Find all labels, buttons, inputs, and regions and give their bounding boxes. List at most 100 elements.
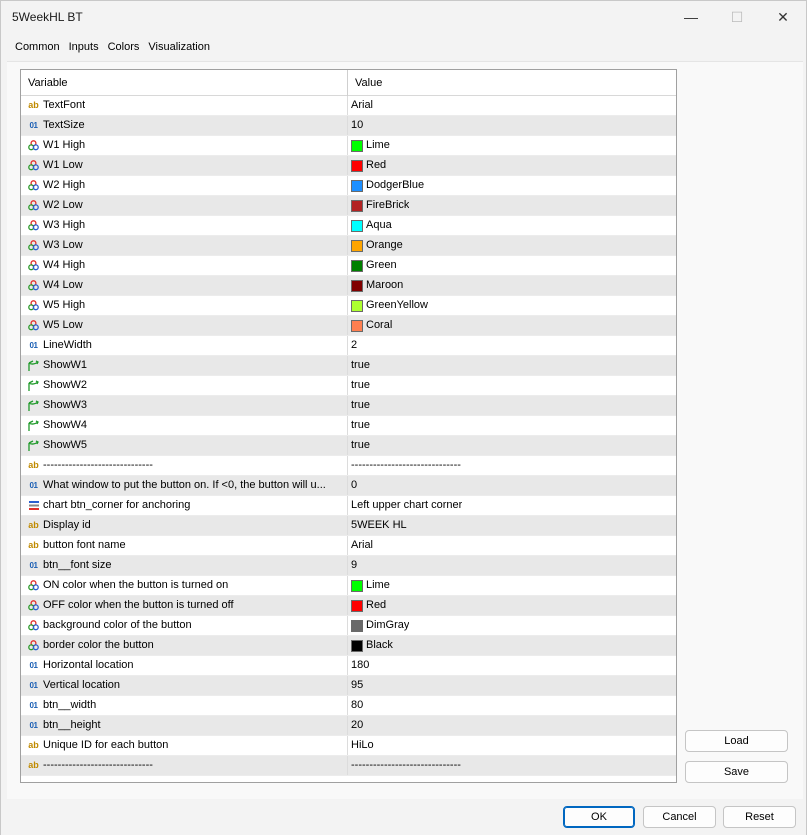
table-row[interactable]: ShowW1 true xyxy=(21,356,676,376)
table-row[interactable]: W3 High Aqua xyxy=(21,216,676,236)
table-row[interactable]: 01 LineWidth 2 xyxy=(21,336,676,356)
table-row[interactable]: 01 TextSize 10 xyxy=(21,116,676,136)
table-row[interactable]: 01 btn__font size 9 xyxy=(21,556,676,576)
table-row[interactable]: W3 Low Orange xyxy=(21,236,676,256)
value-cell[interactable]: ------------------------------ xyxy=(348,456,676,475)
table-row[interactable]: 01 btn__height 20 xyxy=(21,716,676,736)
table-row[interactable]: ab ------------------------------ --------… xyxy=(21,756,676,776)
table-row[interactable]: 01 btn__width 80 xyxy=(21,696,676,716)
tab-colors[interactable]: Colors xyxy=(108,41,140,61)
variable-cell[interactable]: ShowW4 xyxy=(21,416,348,435)
table-row[interactable]: OFF color when the button is turned off R… xyxy=(21,596,676,616)
value-cell[interactable]: Arial xyxy=(348,536,676,555)
save-button[interactable]: Save xyxy=(685,761,788,783)
tab-common[interactable]: Common xyxy=(15,41,60,61)
value-cell[interactable]: 2 xyxy=(348,336,676,355)
table-row[interactable]: ShowW5 true xyxy=(21,436,676,456)
close-button[interactable]: ✕ xyxy=(760,1,806,33)
variable-cell[interactable]: ab TextFont xyxy=(21,96,348,115)
value-cell[interactable]: Aqua xyxy=(348,216,676,235)
variable-cell[interactable]: ShowW2 xyxy=(21,376,348,395)
variable-cell[interactable]: 01 btn__font size xyxy=(21,556,348,575)
variable-cell[interactable]: 01 btn__width xyxy=(21,696,348,715)
value-cell[interactable]: true xyxy=(348,396,676,415)
variable-cell[interactable]: W4 High xyxy=(21,256,348,275)
variable-cell[interactable]: W5 Low xyxy=(21,316,348,335)
table-row[interactable]: ShowW4 true xyxy=(21,416,676,436)
variable-cell[interactable]: W3 Low xyxy=(21,236,348,255)
value-cell[interactable]: GreenYellow xyxy=(348,296,676,315)
variable-cell[interactable]: OFF color when the button is turned off xyxy=(21,596,348,615)
load-button[interactable]: Load xyxy=(685,730,788,752)
tab-inputs[interactable]: Inputs xyxy=(68,41,99,63)
variable-cell[interactable]: ShowW3 xyxy=(21,396,348,415)
variable-cell[interactable]: ShowW1 xyxy=(21,356,348,375)
value-cell[interactable]: 10 xyxy=(348,116,676,135)
value-cell[interactable]: Lime xyxy=(348,576,676,595)
variable-cell[interactable]: ab Display id xyxy=(21,516,348,535)
value-cell[interactable]: 20 xyxy=(348,716,676,735)
column-header-value[interactable]: Value xyxy=(348,70,676,96)
table-row[interactable]: W5 Low Coral xyxy=(21,316,676,336)
value-cell[interactable]: FireBrick xyxy=(348,196,676,215)
value-cell[interactable]: 9 xyxy=(348,556,676,575)
value-cell[interactable]: Lime xyxy=(348,136,676,155)
variable-cell[interactable]: 01 TextSize xyxy=(21,116,348,135)
table-row[interactable]: ab Unique ID for each button HiLo xyxy=(21,736,676,756)
variable-cell[interactable]: 01 Vertical location xyxy=(21,676,348,695)
variable-cell[interactable]: 01 Horizontal location xyxy=(21,656,348,675)
value-cell[interactable]: DimGray xyxy=(348,616,676,635)
table-row[interactable]: ab Display id 5WEEK HL xyxy=(21,516,676,536)
table-row[interactable]: background color of the button DimGray xyxy=(21,616,676,636)
variable-cell[interactable]: chart btn_corner for anchoring xyxy=(21,496,348,515)
variable-cell[interactable]: ab Unique ID for each button xyxy=(21,736,348,755)
ok-button[interactable]: OK xyxy=(563,806,635,828)
tab-visualization[interactable]: Visualization xyxy=(148,41,210,61)
value-cell[interactable]: Green xyxy=(348,256,676,275)
table-row[interactable]: 01 Horizontal location 180 xyxy=(21,656,676,676)
value-cell[interactable]: Maroon xyxy=(348,276,676,295)
value-cell[interactable]: 5WEEK HL xyxy=(348,516,676,535)
variable-cell[interactable]: W1 High xyxy=(21,136,348,155)
value-cell[interactable]: Orange xyxy=(348,236,676,255)
table-row[interactable]: W4 Low Maroon xyxy=(21,276,676,296)
table-row[interactable]: ON color when the button is turned on Lim… xyxy=(21,576,676,596)
variable-cell[interactable]: W5 High xyxy=(21,296,348,315)
value-cell[interactable]: 80 xyxy=(348,696,676,715)
value-cell[interactable]: Black xyxy=(348,636,676,655)
table-row[interactable]: ab TextFont Arial xyxy=(21,96,676,116)
variable-cell[interactable]: W1 Low xyxy=(21,156,348,175)
variable-cell[interactable]: ab ------------------------------ xyxy=(21,456,348,475)
variable-cell[interactable]: ShowW5 xyxy=(21,436,348,455)
variable-cell[interactable]: background color of the button xyxy=(21,616,348,635)
variable-cell[interactable]: ab button font name xyxy=(21,536,348,555)
variable-cell[interactable]: ab ------------------------------ xyxy=(21,756,348,775)
value-cell[interactable]: 180 xyxy=(348,656,676,675)
column-header-variable[interactable]: Variable xyxy=(21,70,348,96)
table-row[interactable]: ab button font name Arial xyxy=(21,536,676,556)
table-row[interactable]: W2 High DodgerBlue xyxy=(21,176,676,196)
variable-cell[interactable]: W2 Low xyxy=(21,196,348,215)
value-cell[interactable]: Coral xyxy=(348,316,676,335)
variable-cell[interactable]: 01 What window to put the button on. If <… xyxy=(21,476,348,495)
table-row[interactable]: W2 Low FireBrick xyxy=(21,196,676,216)
value-cell[interactable]: Red xyxy=(348,596,676,615)
cancel-button[interactable]: Cancel xyxy=(643,806,716,828)
table-row[interactable]: W1 Low Red xyxy=(21,156,676,176)
table-row[interactable]: chart btn_corner for anchoring Left upper… xyxy=(21,496,676,516)
table-row[interactable]: ShowW2 true xyxy=(21,376,676,396)
variable-cell[interactable]: 01 btn__height xyxy=(21,716,348,735)
variable-cell[interactable]: W3 High xyxy=(21,216,348,235)
variable-cell[interactable]: ON color when the button is turned on xyxy=(21,576,348,595)
value-cell[interactable]: Left upper chart corner xyxy=(348,496,676,515)
value-cell[interactable]: true xyxy=(348,436,676,455)
variable-cell[interactable]: border color the button xyxy=(21,636,348,655)
table-row[interactable]: 01 What window to put the button on. If <… xyxy=(21,476,676,496)
value-cell[interactable]: DodgerBlue xyxy=(348,176,676,195)
variable-cell[interactable]: 01 LineWidth xyxy=(21,336,348,355)
value-cell[interactable]: Red xyxy=(348,156,676,175)
value-cell[interactable]: true xyxy=(348,356,676,375)
value-cell[interactable]: ------------------------------ xyxy=(348,756,676,775)
table-row[interactable]: W4 High Green xyxy=(21,256,676,276)
table-row[interactable]: W1 High Lime xyxy=(21,136,676,156)
